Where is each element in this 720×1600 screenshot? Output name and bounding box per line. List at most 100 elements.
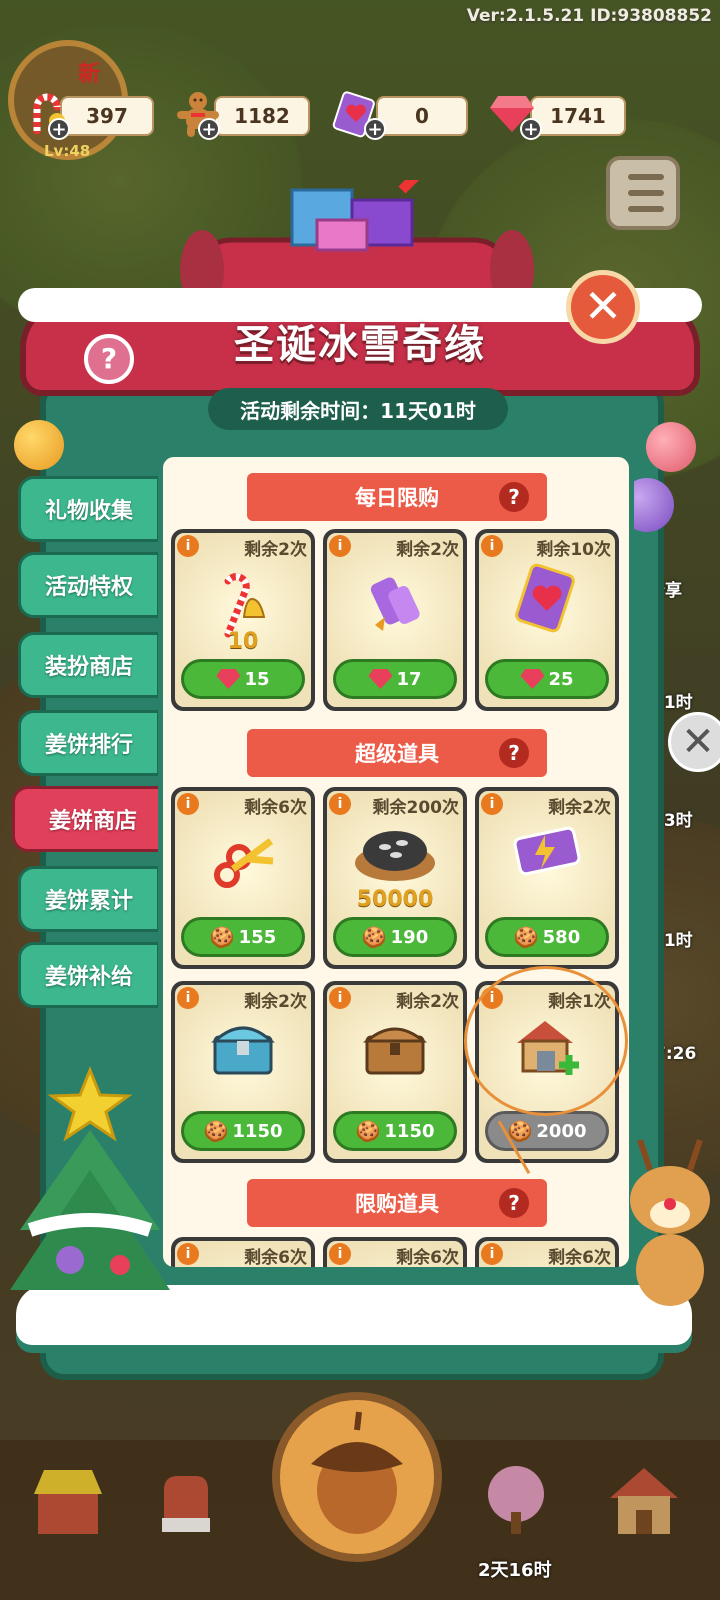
gingerbread-counter: 1182 [214,96,310,136]
buy-button[interactable]: 🍪 1150 [181,1111,305,1151]
add-gem-button[interactable]: + [520,118,542,140]
buy-button[interactable]: 🍪 1150 [333,1111,457,1151]
add-candy-button[interactable]: + [48,118,70,140]
add-ticket-button[interactable]: + [364,118,386,140]
gingerbread-icon: 🍪 [203,1119,229,1143]
scissors-icon [171,817,315,909]
event-timer: 活动剩余时间：11天01时 [208,388,508,430]
shop-content[interactable]: 每日限购 ? i 剩余2次 10 15 i 剩余2次 17 i 剩余10次 25… [158,452,634,1272]
tab-label: 姜饼商店 [48,809,137,834]
tab-gingerbread-shop[interactable]: 姜饼商店 [12,786,174,852]
section-help-icon[interactable]: ? [499,482,529,512]
section-help-icon[interactable]: ? [499,738,529,768]
shop-item-card[interactable]: i 剩余6次 [323,1237,467,1268]
info-icon[interactable]: i [177,535,199,557]
house-icon[interactable] [598,1460,690,1552]
section-help-icon[interactable]: ? [499,1188,529,1218]
glove-icon[interactable] [138,1460,230,1552]
buy-button[interactable]: 🍪 580 [485,917,609,957]
buy-button[interactable]: 🍪 155 [181,917,305,957]
remaining-count: 剩余2次 [244,992,307,1012]
price-value: 15 [244,668,270,690]
tab-gift-collect[interactable]: 礼物收集 [18,476,160,542]
wooden-chest-icon [323,1011,467,1103]
new-badge: 新 [78,62,101,87]
info-icon[interactable]: i [177,1243,199,1265]
price-value: 155 [238,926,277,948]
item-quantity: 50000 [356,887,434,912]
ticket-value: 0 [415,104,429,128]
tab-gingerbread-total[interactable]: 姜饼累计 [18,866,160,932]
christmas-tree-icon [10,1065,170,1290]
info-icon[interactable]: i [177,793,199,815]
buy-button[interactable]: 25 [485,659,609,699]
price-value: 17 [396,668,422,690]
gingerbread-icon: 🍪 [361,925,387,949]
info-icon[interactable]: i [177,987,199,1009]
cherry-tree-timer: 2天16时 [478,1560,552,1581]
tab-gingerbread-rank[interactable]: 姜饼排行 [18,710,160,776]
buy-button[interactable]: 17 [333,659,457,699]
remaining-count: 剩余6次 [548,1248,611,1268]
menu-button[interactable] [606,156,680,230]
section-title: 超级道具 [355,742,439,766]
section-super-items: 超级道具 ? [247,729,547,777]
version-label: Ver:2.1.5.21 ID:93808852 [466,6,712,26]
add-gingerbread-button[interactable]: + [198,118,220,140]
info-icon[interactable]: i [329,535,351,557]
level-label: Lv:48 [44,142,91,160]
close-button[interactable]: ✕ [566,270,640,344]
tab-label: 装扮商店 [44,655,133,680]
side-close-icon[interactable]: ✕ [668,712,720,772]
shop-stall-icon[interactable] [22,1460,114,1552]
heart-ticket-icon [475,559,619,651]
shop-item-card[interactable]: i 剩余10次 25 [475,529,619,711]
tab-gingerbread-supply[interactable]: 姜饼补给 [18,942,160,1008]
ticket-counter: 0 [376,96,468,136]
candy-cane-value: 397 [86,104,128,128]
price-value: 190 [390,926,429,948]
ice-chest-icon [171,1011,315,1103]
gem-icon [520,669,545,689]
tab-label: 姜饼补给 [44,965,133,990]
tab-dressup-shop[interactable]: 装扮商店 [18,632,160,698]
shop-item-card[interactable]: i 剩余2次 🍪 580 [475,787,619,969]
gingerbread-icon: 🍪 [355,1119,381,1143]
info-icon[interactable]: i [481,793,503,815]
shop-item-card[interactable]: i 剩余2次 🍪 1150 [323,981,467,1163]
highlight-circle [464,966,628,1116]
info-icon[interactable]: i [329,793,351,815]
shop-item-card[interactable]: i 剩余200次 50000 🍪 190 [323,787,467,969]
buy-button[interactable]: 🍪 190 [333,917,457,957]
tab-label: 礼物收集 [44,499,133,524]
shop-item-card[interactable]: i 剩余6次 [475,1237,619,1268]
price-value: 1150 [232,1120,283,1142]
tab-label: 活动特权 [44,575,133,600]
shop-item-card[interactable]: i 剩余2次 17 [323,529,467,711]
info-icon[interactable]: i [329,1243,351,1265]
remaining-count: 剩余6次 [396,1248,459,1268]
buy-button[interactable]: 15 [181,659,305,699]
info-icon[interactable]: i [481,1243,503,1265]
price-value: 25 [548,668,574,690]
info-icon[interactable]: i [481,535,503,557]
gem-icon [368,669,393,689]
remaining-count: 剩余2次 [396,540,459,560]
price-value: 1150 [384,1120,435,1142]
remaining-count: 剩余10次 [536,540,611,560]
remaining-count: 剩余6次 [244,1248,307,1268]
gingerbread-icon: 🍪 [209,925,235,949]
acorn-main-button[interactable] [272,1392,442,1562]
shop-item-card[interactable]: i 剩余6次 [171,1237,315,1268]
event-help-button[interactable]: ? [84,334,134,384]
shop-item-card[interactable]: i 剩余2次 🍪 1150 [171,981,315,1163]
energy-ticket-icon [475,817,619,909]
shop-item-card[interactable]: i 剩余6次 🍪 155 [171,787,315,969]
shop-item-card[interactable]: i 剩余2次 10 15 [171,529,315,711]
gem-value: 1741 [550,104,606,128]
cherry-tree-icon[interactable] [470,1460,562,1552]
tab-event-privilege[interactable]: 活动特权 [18,552,160,618]
info-icon[interactable]: i [329,987,351,1009]
remaining-count: 剩余2次 [244,540,307,560]
ornament-pink-icon [646,422,696,472]
